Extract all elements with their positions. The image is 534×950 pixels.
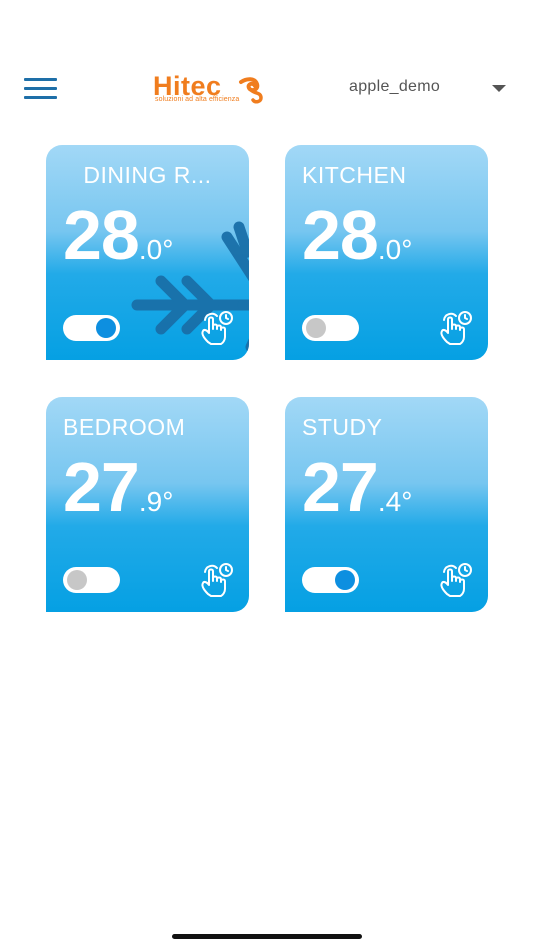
menu-line <box>24 87 57 90</box>
temperature-decimal: .4° <box>377 486 413 517</box>
power-toggle[interactable] <box>302 315 359 341</box>
temperature-decimal: .9° <box>138 486 174 517</box>
zone-card-study[interactable]: STUDY 27.4° <box>285 397 488 612</box>
power-toggle[interactable] <box>302 567 359 593</box>
zone-name: KITCHEN <box>302 162 407 188</box>
temperature-integer: 27 <box>63 448 140 526</box>
temperature-integer: 27 <box>302 448 379 526</box>
logo-subtitle: soluzioni ad alta efficienza <box>155 96 240 103</box>
app-header: Hitec soluzioni ad alta efficienza apple… <box>0 60 534 116</box>
brand-logo: Hitec soluzioni ad alta efficienza <box>153 72 265 116</box>
zone-name: BEDROOM <box>63 414 186 440</box>
zone-temperature: 27.9° <box>63 449 173 525</box>
user-dropdown[interactable]: apple_demo <box>340 74 516 100</box>
caret-down-icon[interactable] <box>492 85 506 92</box>
zone-temperature: 27.4° <box>302 449 412 525</box>
hand-clock-icon[interactable] <box>435 309 475 349</box>
hand-clock-icon[interactable] <box>435 561 475 601</box>
zone-name: STUDY <box>302 414 383 440</box>
menu-line <box>24 96 57 99</box>
zone-card-dining-room[interactable]: DINING R... 28.0° <box>46 145 249 360</box>
zone-temperature: 28.0° <box>302 197 412 273</box>
logo-flourish-icon <box>239 77 263 104</box>
menu-line <box>24 78 57 81</box>
temperature-integer: 28 <box>63 196 140 274</box>
home-indicator[interactable] <box>172 934 362 939</box>
toggle-knob <box>67 570 87 590</box>
hand-clock-icon[interactable] <box>196 309 236 349</box>
power-toggle[interactable] <box>63 567 120 593</box>
user-name: apple_demo <box>349 78 441 95</box>
toggle-knob <box>96 318 116 338</box>
zone-temperature: 28.0° <box>63 197 173 273</box>
hand-clock-icon[interactable] <box>196 561 236 601</box>
temperature-decimal: .0° <box>377 234 413 265</box>
zone-card-kitchen[interactable]: KITCHEN 28.0° <box>285 145 488 360</box>
toggle-knob <box>335 570 355 590</box>
temperature-decimal: .0° <box>138 234 174 265</box>
zone-name: DINING R... <box>83 162 212 188</box>
power-toggle[interactable] <box>63 315 120 341</box>
zone-card-bedroom[interactable]: BEDROOM 27.9° <box>46 397 249 612</box>
temperature-integer: 28 <box>302 196 379 274</box>
toggle-knob <box>306 318 326 338</box>
hamburger-menu-icon[interactable] <box>24 78 57 100</box>
